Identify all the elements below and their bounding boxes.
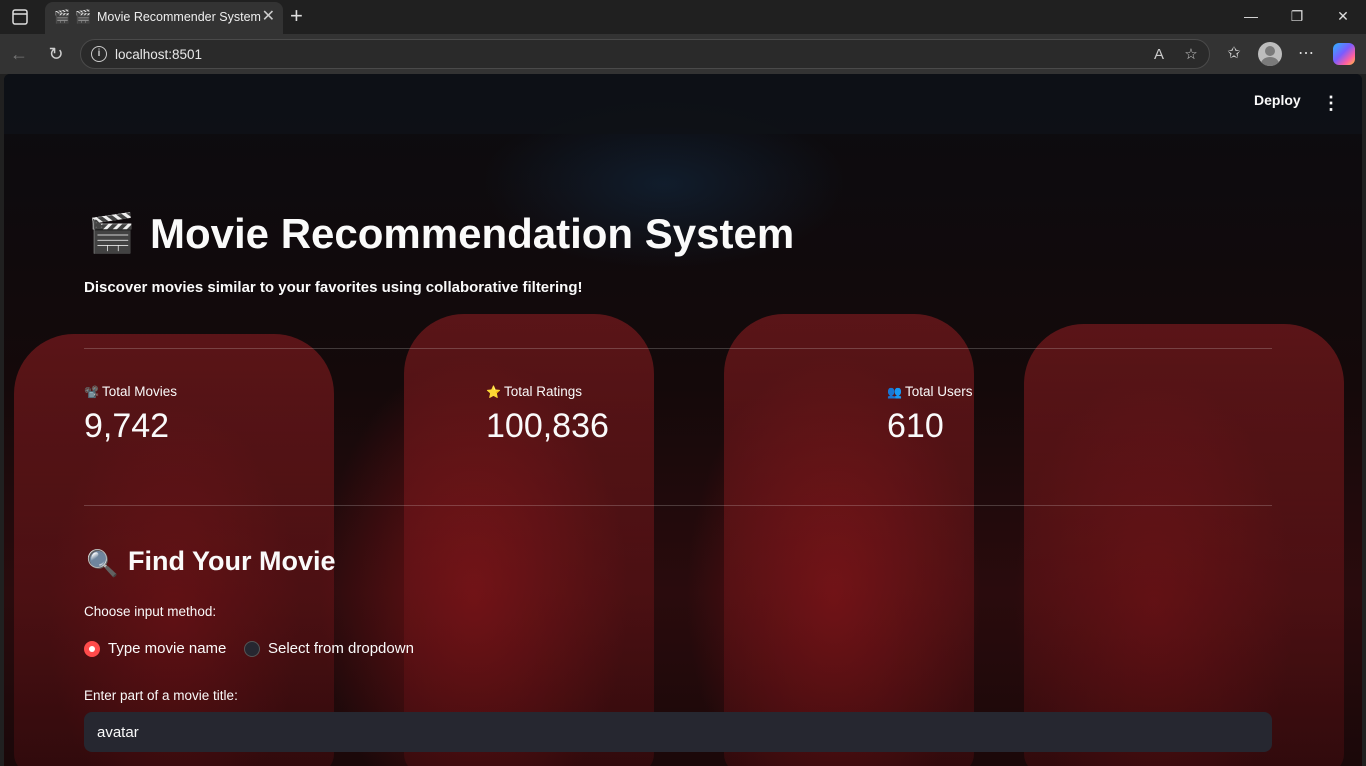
divider <box>84 505 1272 506</box>
favorites-icon[interactable]: ✩ <box>1223 43 1245 65</box>
favorite-star-icon[interactable]: ☆ <box>1181 45 1201 65</box>
users-icon: 👥 <box>887 385 902 399</box>
radio-label[interactable]: Select from dropdown <box>268 640 414 657</box>
section-heading-text: Find Your Movie <box>128 546 336 576</box>
movie-title-input[interactable] <box>84 712 1272 752</box>
browser-tab[interactable]: 🎬 🎬 Movie Recommender System ✕ <box>45 2 283 34</box>
close-window-icon[interactable]: ✕ <box>1331 6 1355 26</box>
divider <box>84 348 1272 349</box>
film-projector-icon: 📽️ <box>84 385 99 399</box>
minimize-icon[interactable]: — <box>1239 6 1263 26</box>
metric-total-ratings: ⭐ Total Ratings 100,836 <box>486 384 866 446</box>
radio-unselected-icon[interactable] <box>244 641 260 657</box>
radio-label[interactable]: Type movie name <box>108 640 226 657</box>
input-method-label: Choose input method: <box>84 604 217 619</box>
favicon-icon: 🎬 <box>75 9 92 24</box>
copilot-icon[interactable] <box>1333 43 1355 65</box>
app-header: Deploy ⋮ <box>4 74 1362 134</box>
profile-avatar[interactable] <box>1258 42 1282 66</box>
star-icon: ⭐ <box>486 385 501 399</box>
radio-selected-icon[interactable] <box>84 641 100 657</box>
tab-actions-icon[interactable] <box>10 7 30 27</box>
new-tab-icon[interactable]: + <box>290 3 303 29</box>
main-menu-icon[interactable]: ⋮ <box>1322 92 1340 116</box>
address-bar[interactable]: i localhost:8501 A ☆ <box>80 39 1210 69</box>
site-info-icon[interactable]: i <box>91 46 107 62</box>
magnifier-icon: 🔍 <box>86 548 119 578</box>
search-input-label: Enter part of a movie title: <box>84 688 238 703</box>
tab-title: Movie Recommender System <box>97 10 261 24</box>
more-options-icon[interactable]: ⋯ <box>1295 43 1317 65</box>
read-aloud-icon[interactable]: A <box>1149 45 1169 65</box>
metric-label: Total Ratings <box>504 384 583 399</box>
background-seat <box>724 314 974 766</box>
close-tab-icon[interactable]: ✕ <box>262 8 275 26</box>
metric-label: Total Movies <box>102 384 178 399</box>
browser-toolbar: ← ↻ i localhost:8501 A ☆ ✩ ⋯ <box>0 34 1366 74</box>
restore-icon[interactable]: ❐ <box>1285 6 1309 26</box>
background-seat <box>404 314 654 766</box>
metric-value: 9,742 <box>84 407 170 445</box>
deploy-button[interactable]: Deploy <box>1254 92 1301 108</box>
metric-value: 100,836 <box>486 407 609 445</box>
page-title-text: Movie Recommendation System <box>150 210 795 257</box>
page-subtitle: Discover movies similar to your favorite… <box>84 279 583 296</box>
back-icon[interactable]: ← <box>8 43 30 65</box>
refresh-icon[interactable]: ↻ <box>45 43 67 65</box>
metric-total-users: 👥 Total Users 610 <box>887 384 1267 446</box>
clapperboard-icon: 🎬 <box>88 213 136 255</box>
page-viewport: Deploy ⋮ 🎬 Movie Recommendation System D… <box>4 74 1362 766</box>
tabs-icon: 🎬 <box>54 9 71 24</box>
address-url[interactable]: localhost:8501 <box>115 47 202 62</box>
metric-value: 610 <box>887 407 944 445</box>
browser-titlebar: 🎬 🎬 Movie Recommender System ✕ + — ❐ ✕ <box>0 0 1366 34</box>
metric-label: Total Users <box>905 384 973 399</box>
metric-total-movies: 📽️ Total Movies 9,742 <box>84 384 464 446</box>
